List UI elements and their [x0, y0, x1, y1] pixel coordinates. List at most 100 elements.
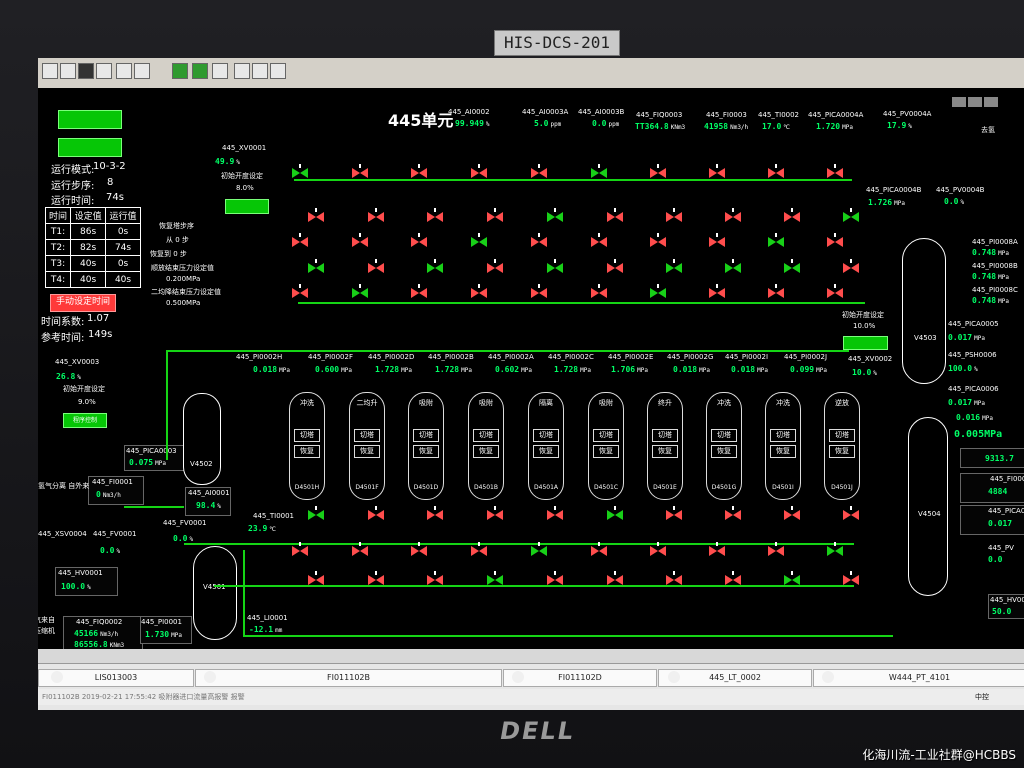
process-valve[interactable] [427, 506, 443, 521]
process-valve[interactable] [352, 164, 368, 179]
process-valve[interactable] [531, 164, 547, 179]
process-valve[interactable] [591, 284, 607, 299]
process-valve[interactable] [768, 542, 784, 557]
process-valve[interactable] [487, 506, 503, 521]
process-valve[interactable] [843, 571, 859, 586]
process-valve[interactable] [411, 542, 427, 557]
recover-tower-button[interactable]: 恢复 [711, 445, 737, 458]
process-valve[interactable] [292, 164, 308, 179]
process-valve[interactable] [784, 571, 800, 586]
process-valve[interactable] [352, 233, 368, 248]
tool-icon[interactable] [134, 63, 150, 79]
green-top-button-2[interactable] [58, 138, 122, 157]
forward-arrow-icon[interactable] [192, 63, 208, 79]
home-icon[interactable] [60, 63, 76, 79]
process-valve[interactable] [368, 506, 384, 521]
process-valve[interactable] [471, 284, 487, 299]
recover-tower-button[interactable]: 恢复 [829, 445, 855, 458]
process-valve[interactable] [607, 259, 623, 274]
process-valve[interactable] [427, 259, 443, 274]
process-valve[interactable] [368, 259, 384, 274]
process-valve[interactable] [725, 506, 741, 521]
print-icon[interactable] [116, 63, 132, 79]
process-valve[interactable] [427, 571, 443, 586]
process-valve[interactable] [411, 284, 427, 299]
process-valve[interactable] [591, 233, 607, 248]
process-valve[interactable] [368, 208, 384, 223]
switch-tower-button[interactable]: 切塔 [593, 429, 619, 442]
process-valve[interactable] [784, 259, 800, 274]
program-control-right-button[interactable] [843, 336, 888, 350]
process-valve[interactable] [784, 506, 800, 521]
process-valve[interactable] [650, 284, 666, 299]
process-valve[interactable] [292, 542, 308, 557]
process-valve[interactable] [843, 506, 859, 521]
switch-tower-button[interactable]: 切塔 [473, 429, 499, 442]
switch-tower-button[interactable]: 切塔 [652, 429, 678, 442]
process-valve[interactable] [666, 259, 682, 274]
process-valve[interactable] [547, 506, 563, 521]
window-icon[interactable] [96, 63, 112, 79]
switch-tower-button[interactable]: 切塔 [413, 429, 439, 442]
process-valve[interactable] [843, 208, 859, 223]
process-valve[interactable] [827, 233, 843, 248]
recover-tower-button[interactable]: 恢复 [770, 445, 796, 458]
status-cell-3[interactable]: FI011102D [503, 669, 657, 687]
process-valve[interactable] [607, 208, 623, 223]
process-valve[interactable] [768, 164, 784, 179]
dark-window-icon[interactable] [78, 63, 94, 79]
process-valve[interactable] [352, 542, 368, 557]
settings-icon[interactable] [252, 63, 268, 79]
switch-tower-button[interactable]: 切塔 [294, 429, 320, 442]
close-icon[interactable] [984, 97, 998, 107]
process-valve[interactable] [368, 571, 384, 586]
process-valve[interactable] [531, 284, 547, 299]
process-valve[interactable] [827, 542, 843, 557]
process-valve[interactable] [471, 164, 487, 179]
process-valve[interactable] [650, 164, 666, 179]
process-valve[interactable] [725, 208, 741, 223]
manual-set-time-button[interactable]: 手动设定时间 [50, 294, 116, 312]
process-valve[interactable] [591, 542, 607, 557]
switch-tower-button[interactable]: 切塔 [829, 429, 855, 442]
recover-tower-button[interactable]: 恢复 [593, 445, 619, 458]
process-valve[interactable] [607, 506, 623, 521]
process-valve[interactable] [292, 233, 308, 248]
process-valve[interactable] [650, 542, 666, 557]
process-valve[interactable] [784, 208, 800, 223]
process-valve[interactable] [666, 506, 682, 521]
switch-tower-button[interactable]: 切塔 [711, 429, 737, 442]
document-icon[interactable] [212, 63, 228, 79]
recover-tower-button[interactable]: 恢复 [413, 445, 439, 458]
logo-icon[interactable] [42, 63, 58, 79]
process-valve[interactable] [308, 506, 324, 521]
recover-tower-button[interactable]: 恢复 [533, 445, 559, 458]
process-valve[interactable] [411, 233, 427, 248]
process-valve[interactable] [308, 571, 324, 586]
status-cell-5[interactable]: W444_PT_4101 [813, 669, 1024, 687]
switch-tower-button[interactable]: 切塔 [533, 429, 559, 442]
process-valve[interactable] [487, 571, 503, 586]
process-valve[interactable] [487, 208, 503, 223]
process-valve[interactable] [547, 208, 563, 223]
process-valve[interactable] [591, 164, 607, 179]
process-valve[interactable] [308, 208, 324, 223]
process-valve[interactable] [709, 233, 725, 248]
program-control-left-button[interactable]: 程序控制 [63, 413, 107, 428]
process-valve[interactable] [531, 233, 547, 248]
process-valve[interactable] [471, 233, 487, 248]
list-icon[interactable] [270, 63, 286, 79]
recover-tower-button[interactable]: 恢复 [473, 445, 499, 458]
process-valve[interactable] [411, 164, 427, 179]
max-icon[interactable] [968, 97, 982, 107]
process-valve[interactable] [471, 542, 487, 557]
process-valve[interactable] [709, 542, 725, 557]
process-valve[interactable] [547, 571, 563, 586]
process-valve[interactable] [531, 542, 547, 557]
recover-tower-button[interactable]: 恢复 [354, 445, 380, 458]
process-valve[interactable] [427, 208, 443, 223]
recover-tower-button[interactable]: 恢复 [294, 445, 320, 458]
process-valve[interactable] [547, 259, 563, 274]
process-valve[interactable] [768, 233, 784, 248]
green-top-button-1[interactable] [58, 110, 122, 129]
